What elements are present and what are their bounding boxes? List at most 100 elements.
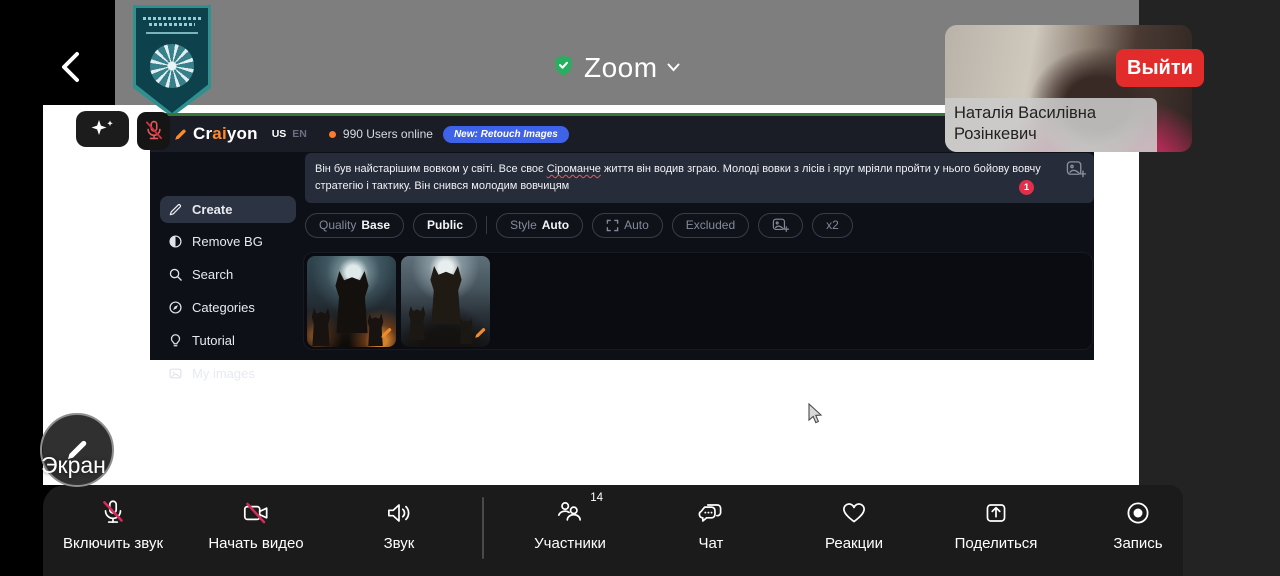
muted-mic-indicator (137, 112, 170, 150)
sidebar-label: My images (192, 366, 255, 381)
sidebar-item-remove-bg[interactable]: Remove BG (160, 228, 296, 255)
craiyon-logo[interactable]: Craiyon (174, 124, 258, 144)
video-off-icon (239, 495, 273, 529)
sidebar-label: Tutorial (192, 333, 235, 348)
image-plus-icon (772, 218, 789, 233)
filter-value: Auto (542, 218, 569, 232)
promo-badge[interactable]: New: Retouch Images (443, 126, 569, 143)
filter-label: Quality (319, 218, 356, 232)
upscale-filter[interactable]: x2 (812, 213, 853, 238)
retouch-filter[interactable] (758, 213, 803, 238)
unmute-button[interactable]: Включить звук (47, 495, 179, 567)
generated-image-thumbnail[interactable] (307, 256, 396, 347)
filter-label: Excluded (686, 218, 735, 232)
prompt-text: Він був найстарішим вовком у світі. Все … (305, 153, 1094, 203)
filter-label: x2 (826, 218, 839, 232)
reactions-button[interactable]: Реакции (788, 495, 920, 567)
sidebar-item-my-images[interactable]: My images (160, 360, 296, 387)
compass-rose-icon (150, 44, 194, 88)
edit-pencil-icon[interactable] (474, 326, 487, 344)
generation-filters: QualityBase Public StyleAuto Auto Exclud… (305, 212, 853, 238)
heart-icon (838, 495, 870, 529)
language-switcher[interactable]: US EN (272, 128, 307, 140)
sidebar-item-create[interactable]: Create (160, 196, 296, 223)
brand-text: Cr (193, 124, 212, 143)
chevron-down-icon (667, 59, 680, 77)
toolbar-label: Реакции (825, 535, 883, 552)
toolbar-label: Звук (384, 535, 415, 552)
meeting-toolbar: Включить звук Начать видео Звук 14 Участ… (43, 485, 1183, 576)
sidebar-item-search[interactable]: Search (160, 261, 296, 288)
prompt-misspelled-word: Сіроманче (547, 163, 601, 175)
speaker-icon (383, 495, 415, 529)
chat-button[interactable]: Чат (645, 495, 777, 567)
visibility-filter[interactable]: Public (413, 213, 477, 238)
chat-icon (695, 495, 727, 529)
filter-value-muted: Auto (624, 218, 649, 232)
mic-off-icon (143, 118, 165, 144)
start-video-button[interactable]: Начать видео (190, 495, 322, 567)
leave-meeting-button[interactable]: Выйти (1116, 49, 1204, 87)
wolf-silhouette (408, 306, 426, 340)
participants-count-badge: 14 (590, 492, 603, 504)
prompt-input[interactable]: Він був найстарішим вовком у світі. Все … (305, 153, 1094, 203)
share-icon (980, 495, 1012, 529)
edit-pencil-icon[interactable] (380, 326, 393, 344)
notification-badge: 1 (1019, 180, 1034, 195)
toolbar-label: Начать видео (208, 535, 303, 552)
participants-icon: 14 (554, 495, 586, 529)
annotation-tools-button[interactable] (76, 111, 129, 147)
quality-filter[interactable]: QualityBase (305, 213, 404, 238)
users-online-status: 990 Users online (329, 127, 433, 141)
aspect-ratio-filter[interactable]: Auto (592, 213, 663, 238)
participant-video-tile[interactable]: Наталія Василівна Розінкевич (945, 25, 1192, 152)
sidebar-label: Remove BG (192, 234, 263, 249)
sidebar-label: Create (192, 202, 232, 217)
participants-button[interactable]: 14 Участники (504, 495, 636, 567)
sidebar-label: Search (192, 267, 233, 282)
contrast-icon (168, 234, 183, 249)
mic-off-icon (97, 495, 129, 529)
meeting-title-dropdown[interactable]: Zoom (552, 48, 680, 88)
back-button[interactable] (48, 42, 92, 92)
craiyon-sidebar: Create Remove BG Search Categories Tutor… (150, 152, 302, 360)
wolf-silhouette (459, 318, 473, 344)
sidebar-item-tutorial[interactable]: Tutorial (160, 327, 296, 354)
record-button[interactable]: Запись (1072, 495, 1204, 567)
wolf-silhouette (429, 266, 463, 324)
audio-button[interactable]: Звук (333, 495, 465, 567)
sidebar-item-categories[interactable]: Categories (160, 294, 296, 321)
generated-image-thumbnail[interactable] (401, 256, 490, 347)
wolf-silhouette (334, 271, 370, 333)
prompt-segment: Він був найстарішим вовком у світі. Все … (315, 163, 547, 175)
toolbar-label: Запись (1113, 535, 1162, 552)
crop-frame-icon (606, 219, 619, 232)
share-screen-button[interactable]: Поделиться (930, 495, 1062, 567)
toolbar-label: Поделиться (955, 535, 1038, 552)
brush-icon (174, 128, 187, 141)
toolbar-label: Включить звук (63, 535, 163, 552)
search-icon (168, 267, 183, 282)
compass-icon (168, 300, 183, 315)
record-icon (1122, 495, 1154, 529)
lang-en[interactable]: EN (292, 128, 307, 140)
excluded-filter[interactable]: Excluded (672, 213, 749, 238)
mouse-cursor (808, 403, 824, 430)
toolbar-divider (482, 497, 484, 559)
filter-divider (486, 216, 487, 234)
wolf-silhouette (311, 308, 331, 346)
generated-images-panel (303, 252, 1093, 350)
lightbulb-icon (168, 333, 183, 348)
zoom-meeting-screen: Zoom Craiyon US EN 990 Users online New: … (0, 0, 1280, 576)
brand-text-accent: ai (212, 124, 227, 143)
images-icon (168, 366, 183, 381)
add-image-icon[interactable] (1066, 160, 1086, 184)
sidebar-label: Categories (192, 300, 255, 315)
participant-name-label: Наталія Василівна Розінкевич (945, 98, 1157, 152)
lang-us[interactable]: US (272, 128, 287, 140)
online-dot-icon (329, 131, 336, 138)
screen-share-label: Экран (41, 452, 106, 479)
style-filter[interactable]: StyleAuto (496, 213, 583, 238)
toolbar-label: Участники (534, 535, 606, 552)
users-online-text: 990 Users online (343, 127, 433, 141)
